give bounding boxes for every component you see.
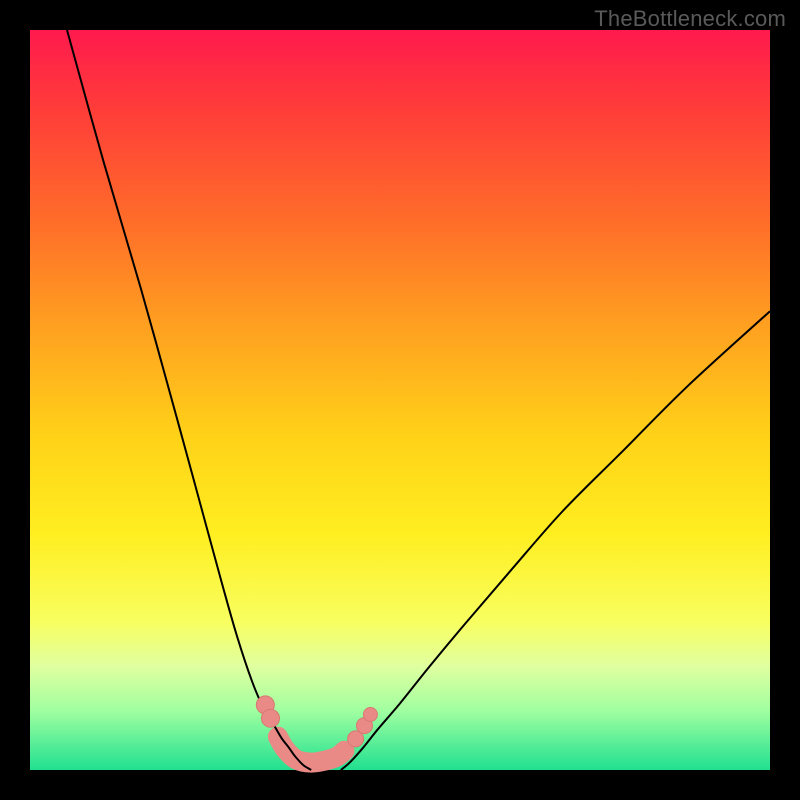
watermark-text: TheBottleneck.com: [594, 6, 786, 32]
data-marker: [262, 709, 280, 727]
curves-svg: [30, 30, 770, 770]
left-curve: [67, 30, 311, 770]
right-curve: [341, 311, 770, 770]
trough-band: [278, 737, 345, 763]
chart-frame: TheBottleneck.com: [0, 0, 800, 800]
data-marker: [363, 708, 377, 722]
